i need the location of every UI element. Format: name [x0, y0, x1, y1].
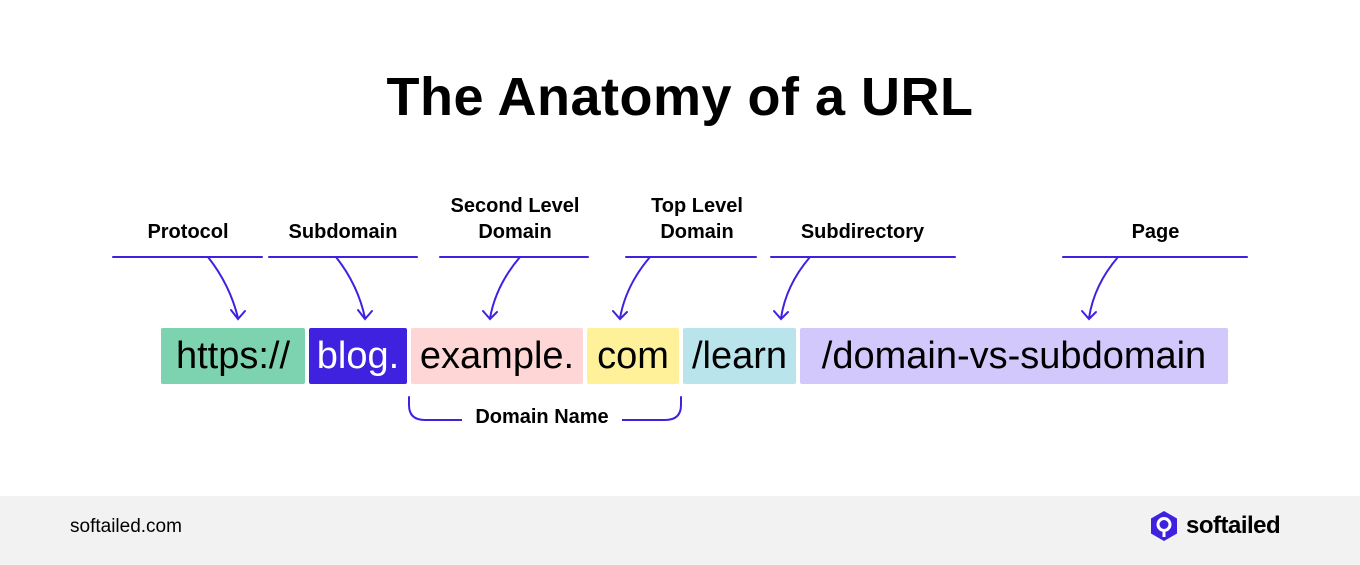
segment-sld-text: example.	[419, 335, 575, 377]
segment-subdirectory: /learn	[683, 328, 796, 384]
segment-tld-text: com	[597, 335, 669, 377]
segment-subdomain: blog.	[309, 328, 407, 384]
footer-site-link[interactable]: softailed.com	[70, 516, 182, 538]
segment-protocol: https://	[161, 328, 305, 384]
arrow-subdirectory-icon	[773, 256, 811, 321]
arrow-page-icon	[1081, 256, 1119, 321]
segment-protocol-text: https://	[175, 335, 291, 377]
brand-logo: softailed	[1150, 510, 1281, 542]
segment-subdirectory-text: /learn	[691, 335, 788, 377]
footer: softailed.com softailed	[0, 496, 1360, 565]
segment-top-level-domain: com	[587, 328, 679, 384]
connector-lines	[112, 256, 1248, 421]
label-domain-name: Domain Name	[462, 406, 622, 429]
segment-second-level-domain: example.	[411, 328, 583, 384]
arrow-subdomain-icon	[335, 256, 373, 321]
softailed-logo-icon	[1151, 511, 1177, 541]
segment-page: /domain-vs-subdomain	[800, 328, 1228, 384]
brand-name: softailed	[1186, 512, 1281, 539]
arrow-tld-icon	[612, 256, 651, 321]
arrow-protocol-icon	[207, 256, 246, 321]
segment-page-text: /domain-vs-subdomain	[821, 335, 1207, 377]
arrow-sld-icon	[482, 256, 521, 321]
segment-subdomain-text: blog.	[316, 335, 400, 377]
